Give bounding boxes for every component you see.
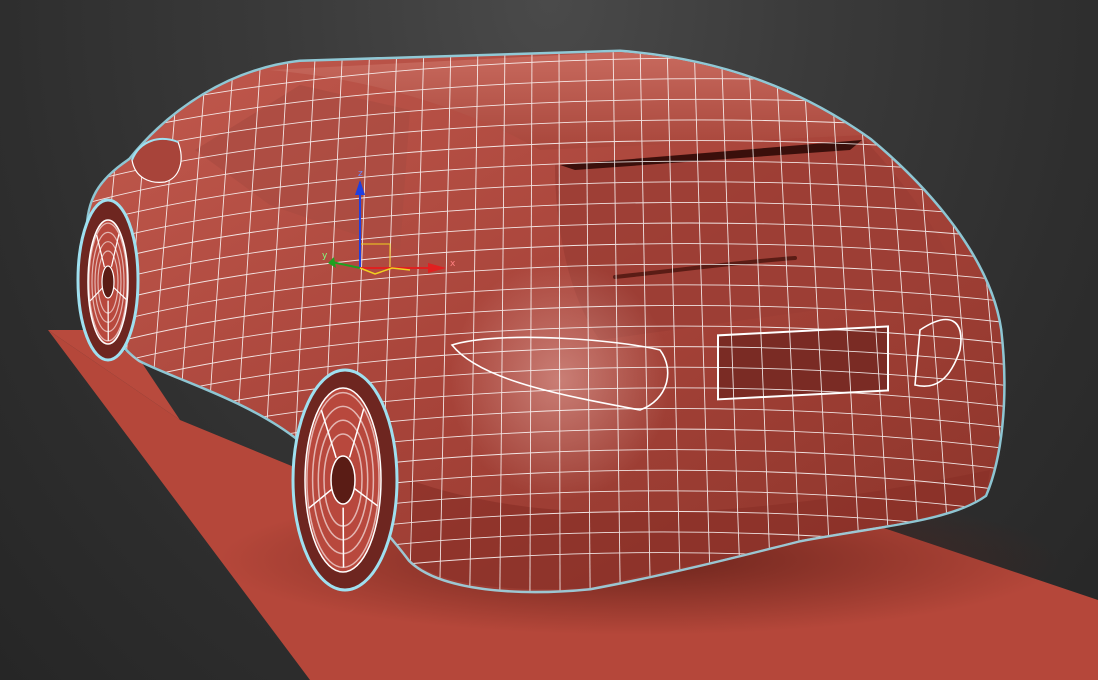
- gizmo-z-label: z: [358, 169, 363, 179]
- 3d-viewport[interactable]: z x y: [0, 0, 1098, 680]
- viewport-scene[interactable]: z x y: [0, 0, 1098, 680]
- rear-left-wheel: [291, 368, 399, 592]
- gizmo-x-label: x: [450, 259, 456, 269]
- gizmo-y-label: y: [322, 251, 328, 261]
- front-left-wheel: [76, 198, 140, 362]
